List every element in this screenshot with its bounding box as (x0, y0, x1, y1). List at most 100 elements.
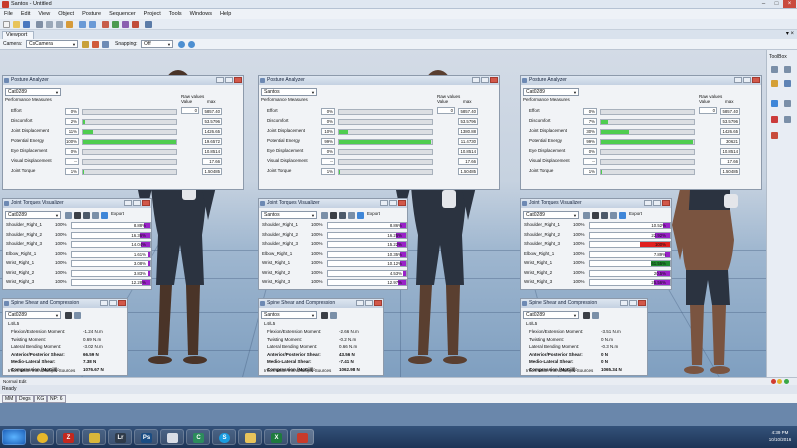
close-icon[interactable] (118, 300, 126, 306)
close-icon[interactable] (234, 77, 242, 83)
taskbar-excel[interactable]: X (264, 429, 288, 445)
menu-file[interactable]: File (0, 9, 17, 19)
gear-icon[interactable] (583, 212, 590, 219)
refresh-icon[interactable] (101, 212, 108, 219)
filter-icon[interactable] (92, 212, 99, 219)
camera-icon[interactable] (65, 312, 72, 319)
taskbar-window[interactable] (160, 429, 184, 445)
menu-edit[interactable]: Edit (17, 9, 34, 19)
taskbar-santos[interactable] (290, 429, 314, 445)
refresh-icon[interactable] (619, 212, 626, 219)
copy-icon[interactable] (56, 21, 63, 28)
minimize-icon[interactable] (380, 200, 388, 206)
rotate-tool-icon[interactable] (771, 80, 778, 87)
figure-icon[interactable] (102, 21, 109, 28)
minimize-icon[interactable] (100, 300, 108, 306)
gear-icon[interactable] (321, 212, 328, 219)
export-button[interactable]: Export (629, 210, 642, 218)
orbit-tool-icon[interactable] (784, 116, 791, 123)
maximize-icon[interactable] (481, 77, 489, 83)
model-select[interactable]: Cat0289 ▼ (523, 211, 579, 219)
export-button[interactable]: Export (111, 210, 124, 218)
undo-icon[interactable] (79, 21, 86, 28)
taskbar-filezilla[interactable]: Z (56, 429, 80, 445)
close-icon[interactable] (374, 300, 382, 306)
export-button[interactable]: Export (367, 210, 380, 218)
maximize-icon[interactable] (225, 77, 233, 83)
text-icon[interactable] (339, 212, 346, 219)
model-select[interactable]: Santos ▼ (261, 311, 317, 319)
maximize-icon[interactable] (365, 300, 373, 306)
open-icon[interactable] (13, 21, 20, 28)
mode-units-angle[interactable]: Degs (16, 395, 34, 403)
maximize-icon[interactable] (133, 200, 141, 206)
taskbar-clock[interactable]: 4:39 PM 10/10/2016 (766, 429, 794, 443)
taskbar-explorer[interactable] (238, 429, 262, 445)
menu-project[interactable]: Project (140, 9, 165, 19)
menu-help[interactable]: Help (216, 9, 235, 19)
frame-tool-icon[interactable] (784, 100, 791, 107)
maximize-icon[interactable] (629, 300, 637, 306)
maximize-icon[interactable] (743, 77, 751, 83)
maximize-button[interactable]: □ (770, 0, 783, 8)
minimize-icon[interactable] (620, 300, 628, 306)
viewport-3d[interactable]: Posture Analyzer Cat0289 ▼ Performance Meas… (0, 50, 766, 377)
text-icon[interactable] (83, 212, 90, 219)
menu-object[interactable]: Object (54, 9, 78, 19)
mode-units-length[interactable]: MM (2, 395, 17, 403)
posture-icon[interactable] (112, 21, 119, 28)
tab-viewport[interactable]: Viewport (2, 31, 34, 39)
maximize-icon[interactable] (389, 200, 397, 206)
text-icon[interactable] (601, 212, 608, 219)
text-icon[interactable] (330, 312, 337, 319)
menu-tools[interactable]: Tools (165, 9, 186, 19)
minimize-icon[interactable] (216, 77, 224, 83)
zoom-tool-icon[interactable] (771, 116, 778, 123)
cut-icon[interactable] (46, 21, 53, 28)
gear-icon[interactable] (65, 212, 72, 219)
model-select[interactable]: Cat0289 ▼ (5, 211, 61, 219)
mode-units-mass[interactable]: KG (34, 395, 48, 403)
record-icon[interactable] (132, 21, 139, 28)
close-button[interactable]: × (783, 0, 796, 8)
taskbar-chrome[interactable] (30, 429, 54, 445)
model-select[interactable]: Cat0289 ▼ (5, 311, 61, 319)
maximize-icon[interactable] (653, 200, 661, 206)
object-icon[interactable] (122, 21, 129, 28)
minimize-button[interactable]: – (757, 0, 770, 8)
chart-icon[interactable] (330, 212, 337, 219)
new-icon[interactable] (3, 21, 10, 28)
menu-posture[interactable]: Posture (78, 9, 105, 19)
text-icon[interactable] (74, 312, 81, 319)
redo-icon[interactable] (89, 21, 96, 28)
refresh-icon[interactable] (357, 212, 364, 219)
camera-select[interactable]: CsCamera ▼ (26, 40, 78, 48)
menu-view[interactable]: View (34, 9, 54, 19)
close-icon[interactable] (638, 300, 646, 306)
taskbar-camtasia[interactable]: C (186, 429, 210, 445)
camera-home-icon[interactable] (82, 41, 89, 48)
select-tool-icon[interactable] (771, 66, 778, 73)
camera-icon[interactable] (583, 312, 590, 319)
camera-icon[interactable] (321, 312, 328, 319)
close-icon[interactable] (490, 77, 498, 83)
globe-icon[interactable] (178, 41, 185, 48)
taskbar-app[interactable] (82, 429, 106, 445)
minimize-icon[interactable] (472, 77, 480, 83)
model-select[interactable]: Cat0289 ▼ (5, 88, 61, 96)
model-select[interactable]: Santos ▼ (261, 211, 317, 219)
view-icon[interactable] (188, 41, 195, 48)
move-tool-icon[interactable] (784, 66, 791, 73)
snapping-select[interactable]: Off ▼ (141, 40, 173, 48)
save-icon[interactable] (23, 21, 30, 28)
close-icon[interactable] (752, 77, 760, 83)
close-icon[interactable] (398, 200, 406, 206)
tab-close-icon[interactable]: ▾ × (786, 30, 794, 37)
print-icon[interactable] (36, 21, 43, 28)
minimize-icon[interactable] (124, 200, 132, 206)
close-icon[interactable] (142, 200, 150, 206)
taskbar-photoshop[interactable]: Ps (134, 429, 158, 445)
chart-icon[interactable] (592, 212, 599, 219)
filter-icon[interactable] (348, 212, 355, 219)
marker-tool-icon[interactable] (771, 132, 778, 139)
